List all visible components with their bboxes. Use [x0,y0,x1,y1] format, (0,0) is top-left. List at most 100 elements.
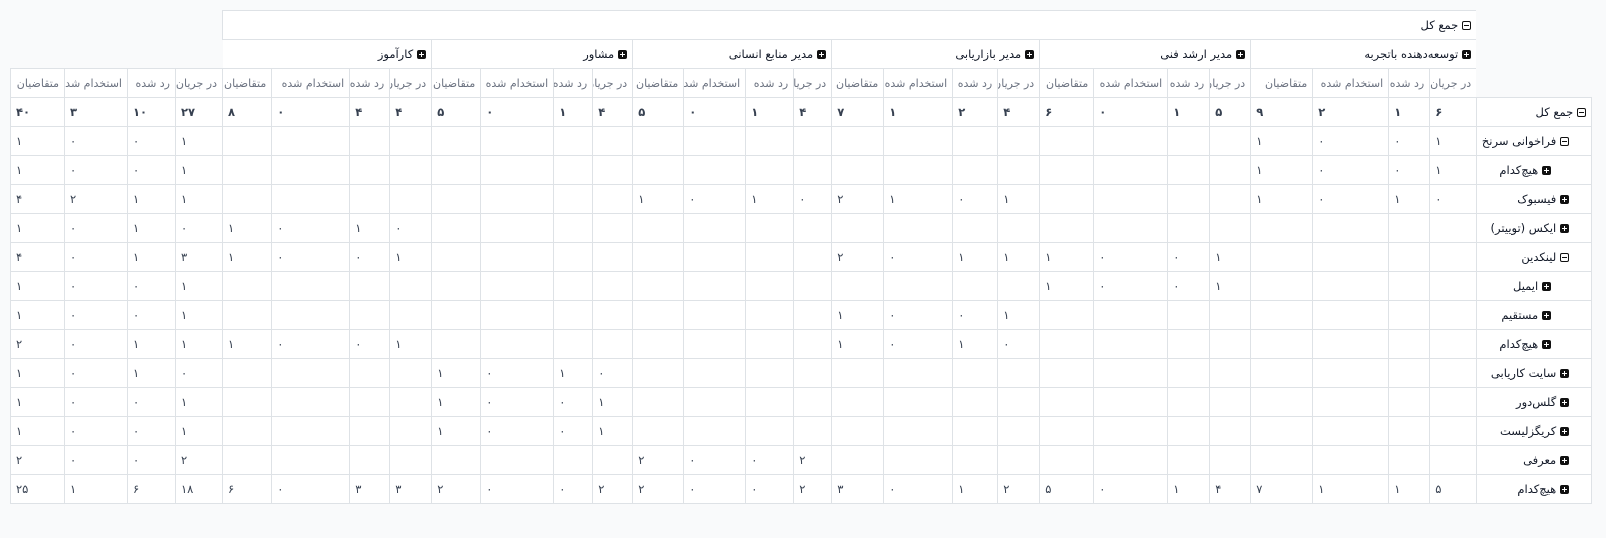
pivot-cell[interactable] [883,271,954,301]
pivot-cell[interactable]: ۱ [1039,271,1095,301]
pivot-total-cell[interactable]: ۰ [64,126,128,156]
pivot-cell[interactable] [1039,300,1095,330]
pivot-cell[interactable]: ۵ [1209,97,1252,127]
row-header[interactable]: لینکدین [1476,242,1593,272]
pivot-total-cell[interactable]: ۰ [64,155,128,185]
pivot-cell[interactable] [1209,184,1252,214]
row-header[interactable]: فراخوانی سرنخ [1476,126,1593,156]
row-header[interactable]: گلس‌دور [1476,387,1593,417]
pivot-cell[interactable]: ۱ [1312,474,1390,504]
pivot-cell[interactable]: ۲ [831,184,885,214]
column-header-group[interactable]: مدیر منابع انسانی [632,39,833,69]
pivot-total-cell[interactable]: ۱ [10,300,65,330]
pivot-cell[interactable] [592,300,634,330]
pivot-cell[interactable] [389,155,433,185]
row-header[interactable]: کریگزلیست [1476,416,1593,446]
pivot-cell[interactable] [1167,155,1211,185]
pivot-cell[interactable] [221,300,273,330]
pivot-cell[interactable] [1209,358,1252,388]
pivot-cell[interactable]: ۱ [1209,242,1252,272]
pivot-total-cell[interactable]: ۱ [10,155,65,185]
pivot-cell[interactable]: ۱ [431,416,482,446]
pivot-cell[interactable] [997,126,1041,156]
pivot-cell[interactable]: ۱ [349,213,391,243]
pivot-cell[interactable] [221,184,273,214]
pivot-cell[interactable] [632,358,685,388]
pivot-cell[interactable]: ۱ [1250,126,1314,156]
pivot-cell[interactable]: ۱ [1250,155,1314,185]
pivot-cell[interactable]: ۰ [883,329,954,359]
pivot-total-cell[interactable]: ۰ [127,445,176,475]
pivot-cell[interactable]: ۲ [793,474,833,504]
pivot-cell[interactable] [1039,445,1095,475]
pivot-cell[interactable]: ۲ [997,474,1041,504]
pivot-cell[interactable] [271,271,351,301]
pivot-cell[interactable] [480,155,555,185]
pivot-cell[interactable] [831,155,885,185]
measure-header[interactable]: متقاضیان [1039,68,1095,98]
pivot-total-cell[interactable]: ۴ [10,242,65,272]
pivot-cell[interactable] [1167,445,1211,475]
pivot-cell[interactable]: ۰ [271,329,351,359]
pivot-total-cell[interactable]: ۲ [10,329,65,359]
pivot-cell[interactable] [1429,329,1478,359]
pivot-cell[interactable] [745,242,795,272]
pivot-cell[interactable] [431,155,482,185]
pivot-cell[interactable] [1250,387,1314,417]
pivot-total-cell[interactable]: ۱ [10,416,65,446]
pivot-cell[interactable] [745,271,795,301]
pivot-cell[interactable] [431,213,482,243]
pivot-cell[interactable]: ۱ [221,213,273,243]
pivot-cell[interactable]: ۱ [1429,155,1478,185]
pivot-cell[interactable]: ۰ [793,184,833,214]
pivot-cell[interactable]: ۰ [480,416,555,446]
pivot-cell[interactable]: ۱ [221,329,273,359]
pivot-cell[interactable] [997,213,1041,243]
pivot-cell[interactable]: ۰ [553,387,594,417]
pivot-cell[interactable]: ۴ [349,97,391,127]
pivot-cell[interactable]: ۱ [952,329,999,359]
pivot-cell[interactable]: ۱ [1388,474,1431,504]
pivot-cell[interactable] [480,126,555,156]
pivot-cell[interactable] [632,416,685,446]
pivot-cell[interactable]: ۱ [221,242,273,272]
pivot-cell[interactable]: ۶ [221,474,273,504]
pivot-cell[interactable]: ۶ [1039,97,1095,127]
pivot-cell[interactable] [745,387,795,417]
pivot-cell[interactable]: ۲ [592,474,634,504]
pivot-cell[interactable]: ۰ [271,242,351,272]
pivot-cell[interactable] [1209,445,1252,475]
pivot-cell[interactable] [1167,416,1211,446]
pivot-cell[interactable] [997,445,1041,475]
pivot-cell[interactable] [349,155,391,185]
pivot-cell[interactable]: ۲ [632,445,685,475]
pivot-cell[interactable] [745,329,795,359]
measure-header[interactable]: در جریان [1209,68,1252,98]
pivot-cell[interactable] [683,387,747,417]
pivot-cell[interactable] [1250,213,1314,243]
pivot-cell[interactable]: ۱ [1167,474,1211,504]
pivot-cell[interactable] [997,155,1041,185]
pivot-cell[interactable] [952,126,999,156]
pivot-cell[interactable]: ۱ [553,97,594,127]
pivot-cell[interactable]: ۰ [745,445,795,475]
pivot-cell[interactable]: ۰ [883,242,954,272]
pivot-cell[interactable]: ۰ [683,97,747,127]
pivot-cell[interactable] [883,126,954,156]
pivot-cell[interactable] [952,445,999,475]
pivot-cell[interactable]: ۴ [793,97,833,127]
pivot-cell[interactable] [592,184,634,214]
pivot-total-cell[interactable]: ۱ [64,474,128,504]
pivot-total-cell[interactable]: ۰ [127,300,176,330]
measure-header[interactable]: متقاضیان [431,68,482,98]
pivot-cell[interactable]: ۲ [793,445,833,475]
pivot-cell[interactable]: ۲ [952,97,999,127]
pivot-cell[interactable]: ۱ [883,97,954,127]
pivot-total-cell[interactable]: ۴۰ [10,97,65,127]
pivot-total-cell[interactable]: ۰ [64,387,128,417]
pivot-cell[interactable] [271,387,351,417]
pivot-cell[interactable] [1167,184,1211,214]
pivot-cell[interactable]: ۸ [221,97,273,127]
pivot-cell[interactable] [1429,416,1478,446]
pivot-total-cell[interactable]: ۰ [64,300,128,330]
